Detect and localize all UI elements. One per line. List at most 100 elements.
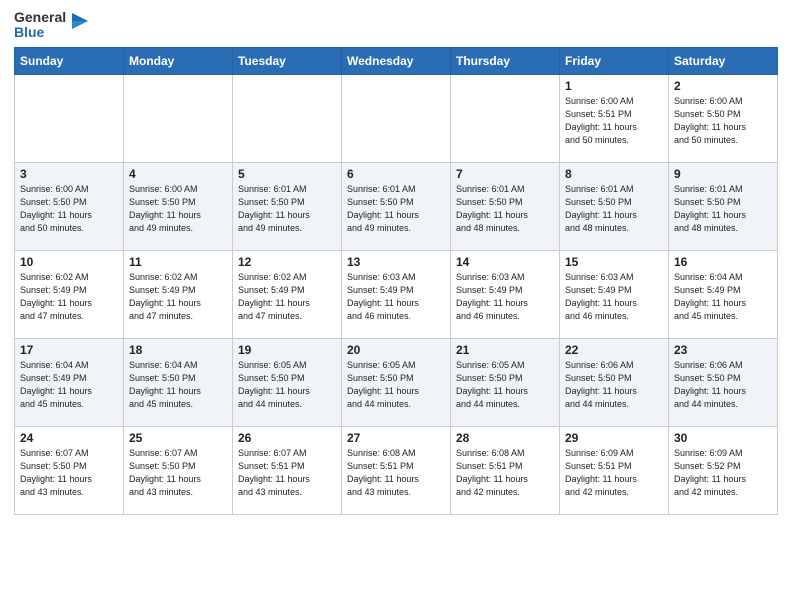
calendar-week-row: 10 Sunrise: 6:02 AMSunset: 5:49 PMDayligh… [15, 250, 778, 338]
day-number: 27 [347, 431, 445, 445]
day-info: Sunrise: 6:04 AMSunset: 5:49 PMDaylight:… [20, 359, 118, 411]
day-number: 18 [129, 343, 227, 357]
calendar-cell: 16 Sunrise: 6:04 AMSunset: 5:49 PMDayligh… [669, 250, 778, 338]
logo-blue: Blue [14, 25, 66, 40]
day-info: Sunrise: 6:05 AMSunset: 5:50 PMDaylight:… [456, 359, 554, 411]
day-number: 24 [20, 431, 118, 445]
calendar-cell: 21 Sunrise: 6:05 AMSunset: 5:50 PMDayligh… [451, 338, 560, 426]
logo-text: General Blue [14, 10, 90, 41]
calendar-cell: 5 Sunrise: 6:01 AMSunset: 5:50 PMDaylight… [233, 162, 342, 250]
day-info: Sunrise: 6:04 AMSunset: 5:50 PMDaylight:… [129, 359, 227, 411]
calendar-cell: 7Sunrise: 6:01 AMSunset: 5:50 PMDaylight… [451, 162, 560, 250]
calendar-cell: 30 Sunrise: 6:09 AMSunset: 5:52 PMDayligh… [669, 426, 778, 514]
calendar-cell: 15Sunrise: 6:03 AMSunset: 5:49 PMDayligh… [560, 250, 669, 338]
weekday-header-wednesday: Wednesday [342, 47, 451, 74]
day-number: 3 [20, 167, 118, 181]
day-info: Sunrise: 6:05 AMSunset: 5:50 PMDaylight:… [347, 359, 445, 411]
weekday-header-tuesday: Tuesday [233, 47, 342, 74]
day-number: 15 [565, 255, 663, 269]
day-info: Sunrise: 6:01 AMSunset: 5:50 PMDaylight:… [565, 183, 663, 235]
calendar-table: SundayMondayTuesdayWednesdayThursdayFrid… [14, 47, 778, 515]
calendar-week-row: 3 Sunrise: 6:00 AMSunset: 5:50 PMDaylight… [15, 162, 778, 250]
day-info: Sunrise: 6:01 AMSunset: 5:50 PMDaylight:… [238, 183, 336, 235]
day-info: Sunrise: 6:00 AMSunset: 5:50 PMDaylight:… [674, 95, 772, 147]
calendar-cell: 19 Sunrise: 6:05 AMSunset: 5:50 PMDayligh… [233, 338, 342, 426]
day-number: 13 [347, 255, 445, 269]
day-number: 22 [565, 343, 663, 357]
calendar-cell: 4Sunrise: 6:00 AMSunset: 5:50 PMDaylight… [124, 162, 233, 250]
day-number: 10 [20, 255, 118, 269]
calendar-cell [15, 74, 124, 162]
day-info: Sunrise: 6:08 AMSunset: 5:51 PMDaylight:… [347, 447, 445, 499]
day-info: Sunrise: 6:01 AMSunset: 5:50 PMDaylight:… [674, 183, 772, 235]
logo: General Blue [14, 10, 90, 41]
calendar-cell: 13 Sunrise: 6:03 AMSunset: 5:49 PMDayligh… [342, 250, 451, 338]
calendar-cell: 20Sunrise: 6:05 AMSunset: 5:50 PMDayligh… [342, 338, 451, 426]
weekday-header-monday: Monday [124, 47, 233, 74]
day-number: 29 [565, 431, 663, 445]
day-info: Sunrise: 6:02 AMSunset: 5:49 PMDaylight:… [129, 271, 227, 323]
calendar-cell: 29 Sunrise: 6:09 AMSunset: 5:51 PMDayligh… [560, 426, 669, 514]
day-number: 5 [238, 167, 336, 181]
day-number: 1 [565, 79, 663, 93]
day-info: Sunrise: 6:06 AMSunset: 5:50 PMDaylight:… [565, 359, 663, 411]
calendar-cell: 22 Sunrise: 6:06 AMSunset: 5:50 PMDayligh… [560, 338, 669, 426]
day-info: Sunrise: 6:08 AMSunset: 5:51 PMDaylight:… [456, 447, 554, 499]
day-number: 28 [456, 431, 554, 445]
day-number: 8 [565, 167, 663, 181]
day-info: Sunrise: 6:04 AMSunset: 5:49 PMDaylight:… [674, 271, 772, 323]
day-number: 9 [674, 167, 772, 181]
day-number: 23 [674, 343, 772, 357]
calendar-cell: 3 Sunrise: 6:00 AMSunset: 5:50 PMDaylight… [15, 162, 124, 250]
day-info: Sunrise: 6:02 AMSunset: 5:49 PMDaylight:… [238, 271, 336, 323]
weekday-header-friday: Friday [560, 47, 669, 74]
calendar-cell: 17 Sunrise: 6:04 AMSunset: 5:49 PMDayligh… [15, 338, 124, 426]
calendar-cell: 8 Sunrise: 6:01 AMSunset: 5:50 PMDaylight… [560, 162, 669, 250]
day-number: 26 [238, 431, 336, 445]
day-number: 25 [129, 431, 227, 445]
day-info: Sunrise: 6:07 AMSunset: 5:50 PMDaylight:… [129, 447, 227, 499]
calendar-cell: 12Sunrise: 6:02 AMSunset: 5:49 PMDayligh… [233, 250, 342, 338]
day-number: 19 [238, 343, 336, 357]
logo-general: General [14, 10, 66, 25]
day-number: 30 [674, 431, 772, 445]
weekday-header-saturday: Saturday [669, 47, 778, 74]
day-number: 6 [347, 167, 445, 181]
day-info: Sunrise: 6:02 AMSunset: 5:49 PMDaylight:… [20, 271, 118, 323]
day-info: Sunrise: 6:07 AMSunset: 5:51 PMDaylight:… [238, 447, 336, 499]
calendar-cell: 2 Sunrise: 6:00 AMSunset: 5:50 PMDaylight… [669, 74, 778, 162]
day-info: Sunrise: 6:06 AMSunset: 5:50 PMDaylight:… [674, 359, 772, 411]
day-info: Sunrise: 6:03 AMSunset: 5:49 PMDaylight:… [456, 271, 554, 323]
calendar-cell: 25 Sunrise: 6:07 AMSunset: 5:50 PMDayligh… [124, 426, 233, 514]
day-number: 17 [20, 343, 118, 357]
day-info: Sunrise: 6:03 AMSunset: 5:49 PMDaylight:… [347, 271, 445, 323]
day-info: Sunrise: 6:07 AMSunset: 5:50 PMDaylight:… [20, 447, 118, 499]
day-info: Sunrise: 6:00 AMSunset: 5:51 PMDaylight:… [565, 95, 663, 147]
calendar-cell: 27 Sunrise: 6:08 AMSunset: 5:51 PMDayligh… [342, 426, 451, 514]
calendar-header-row: SundayMondayTuesdayWednesdayThursdayFrid… [15, 47, 778, 74]
day-info: Sunrise: 6:09 AMSunset: 5:51 PMDaylight:… [565, 447, 663, 499]
day-number: 2 [674, 79, 772, 93]
page: General Blue SundayMondayTuesdayWednesda… [0, 0, 792, 612]
calendar-cell: 10 Sunrise: 6:02 AMSunset: 5:49 PMDayligh… [15, 250, 124, 338]
day-number: 4 [129, 167, 227, 181]
day-number: 16 [674, 255, 772, 269]
calendar-week-row: 24 Sunrise: 6:07 AMSunset: 5:50 PMDayligh… [15, 426, 778, 514]
day-number: 14 [456, 255, 554, 269]
day-info: Sunrise: 6:01 AMSunset: 5:50 PMDaylight:… [347, 183, 445, 235]
logo-flag-icon [68, 11, 90, 39]
header: General Blue [14, 10, 778, 41]
calendar-week-row: 17 Sunrise: 6:04 AMSunset: 5:49 PMDayligh… [15, 338, 778, 426]
calendar-cell [342, 74, 451, 162]
day-info: Sunrise: 6:05 AMSunset: 5:50 PMDaylight:… [238, 359, 336, 411]
calendar-cell: 23 Sunrise: 6:06 AMSunset: 5:50 PMDayligh… [669, 338, 778, 426]
day-number: 21 [456, 343, 554, 357]
calendar-cell: 28 Sunrise: 6:08 AMSunset: 5:51 PMDayligh… [451, 426, 560, 514]
day-number: 7 [456, 167, 554, 181]
day-info: Sunrise: 6:00 AMSunset: 5:50 PMDaylight:… [20, 183, 118, 235]
calendar-cell: 1 Sunrise: 6:00 AMSunset: 5:51 PMDaylight… [560, 74, 669, 162]
calendar-cell: 24 Sunrise: 6:07 AMSunset: 5:50 PMDayligh… [15, 426, 124, 514]
day-info: Sunrise: 6:09 AMSunset: 5:52 PMDaylight:… [674, 447, 772, 499]
calendar-cell [233, 74, 342, 162]
calendar-cell: 26 Sunrise: 6:07 AMSunset: 5:51 PMDayligh… [233, 426, 342, 514]
